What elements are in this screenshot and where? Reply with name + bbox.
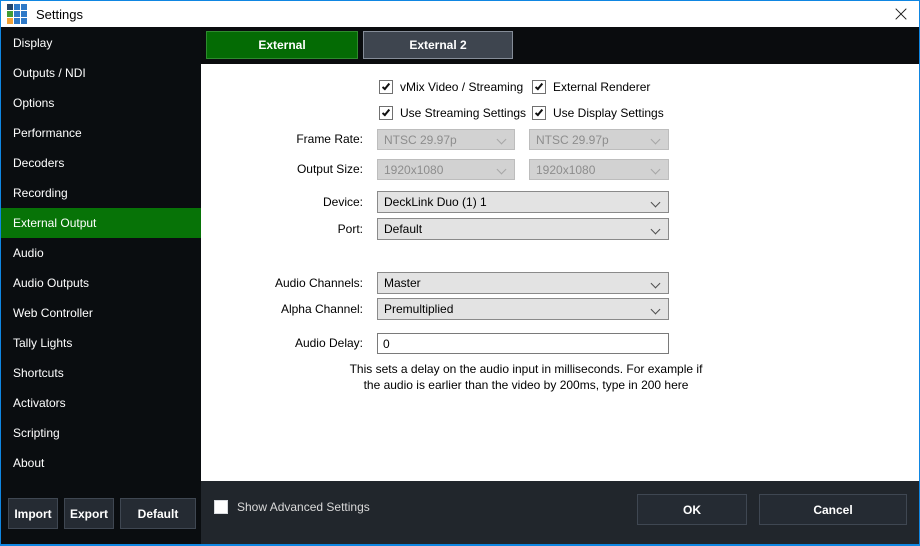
chevron-down-icon	[497, 135, 507, 145]
alpha-channel-label: Alpha Channel:	[201, 298, 363, 320]
sidebar-item-shortcuts[interactable]: Shortcuts	[1, 358, 201, 388]
close-button[interactable]	[883, 1, 919, 27]
settings-window: Settings Display Outputs / NDI Options P…	[0, 0, 920, 546]
chevron-down-icon	[651, 279, 661, 289]
checkbox-row-use-display[interactable]: Use Display Settings	[532, 105, 664, 121]
device-label: Device:	[201, 191, 363, 213]
use-streaming-checkbox[interactable]	[379, 106, 393, 120]
frame-rate-value-2: NTSC 29.97p	[536, 133, 609, 147]
audio-delay-help-text: This sets a delay on the audio input in …	[346, 361, 706, 393]
external-output-panel: vMix Video / Streaming External Renderer…	[201, 64, 919, 481]
port-select[interactable]: Default	[377, 218, 669, 240]
sidebar-item-about[interactable]: About	[1, 448, 201, 478]
audio-delay-input[interactable]	[377, 333, 669, 354]
frame-rate-value-1: NTSC 29.97p	[384, 133, 457, 147]
use-display-checkbox[interactable]	[532, 106, 546, 120]
frame-rate-select-2: NTSC 29.97p	[529, 129, 669, 150]
use-streaming-label: Use Streaming Settings	[400, 106, 526, 120]
sidebar-item-activators[interactable]: Activators	[1, 388, 201, 418]
sidebar-item-display[interactable]: Display	[1, 28, 201, 58]
check-icon	[535, 82, 543, 91]
help-line-1: This sets a delay on the audio input in …	[346, 361, 706, 377]
sidebar-item-audio-outputs[interactable]: Audio Outputs	[1, 268, 201, 298]
audio-channels-label: Audio Channels:	[201, 272, 363, 294]
default-button[interactable]: Default	[120, 498, 196, 529]
sidebar-item-web-controller[interactable]: Web Controller	[1, 298, 201, 328]
sidebar-item-performance[interactable]: Performance	[1, 118, 201, 148]
sidebar-item-external-output[interactable]: External Output	[1, 208, 201, 238]
alpha-channel-value: Premultiplied	[384, 302, 453, 316]
sidebar-item-recording[interactable]: Recording	[1, 178, 201, 208]
chevron-down-icon	[651, 198, 661, 208]
ok-button[interactable]: OK	[637, 494, 747, 525]
audio-channels-select[interactable]: Master	[377, 272, 669, 294]
audio-delay-label: Audio Delay:	[201, 333, 363, 354]
sidebar-item-tally-lights[interactable]: Tally Lights	[1, 328, 201, 358]
tabstrip: External External 2	[201, 27, 919, 64]
titlebar[interactable]: Settings	[1, 1, 919, 27]
check-icon	[535, 108, 543, 117]
port-value: Default	[384, 222, 422, 236]
frame-rate-select-1: NTSC 29.97p	[377, 129, 515, 150]
sidebar-item-options[interactable]: Options	[1, 88, 201, 118]
sidebar-item-audio[interactable]: Audio	[1, 238, 201, 268]
sidebar: Display Outputs / NDI Options Performanc…	[1, 27, 201, 544]
close-icon	[894, 7, 909, 22]
port-label: Port:	[201, 218, 363, 240]
sidebar-item-outputs-ndi[interactable]: Outputs / NDI	[1, 58, 201, 88]
window-title: Settings	[36, 7, 83, 22]
use-display-label: Use Display Settings	[553, 106, 664, 120]
vmix-logo-icon	[7, 4, 27, 24]
output-size-value-1: 1920x1080	[384, 163, 443, 177]
footer-bar: Show Advanced Settings OK Cancel	[201, 481, 919, 544]
alpha-channel-select[interactable]: Premultiplied	[377, 298, 669, 320]
external-renderer-checkbox[interactable]	[532, 80, 546, 94]
check-icon	[382, 108, 390, 117]
show-advanced-label: Show Advanced Settings	[237, 500, 370, 514]
chevron-down-icon	[651, 135, 661, 145]
checkbox-row-vmix-video[interactable]: vMix Video / Streaming	[379, 79, 523, 95]
frame-rate-label: Frame Rate:	[201, 129, 363, 150]
sidebar-item-decoders[interactable]: Decoders	[1, 148, 201, 178]
checkbox-row-use-streaming[interactable]: Use Streaming Settings	[379, 105, 526, 121]
device-select[interactable]: DeckLink Duo (1) 1	[377, 191, 669, 213]
device-value: DeckLink Duo (1) 1	[384, 195, 487, 209]
output-size-select-1: 1920x1080	[377, 159, 515, 180]
vmix-video-checkbox[interactable]	[379, 80, 393, 94]
output-size-label: Output Size:	[201, 159, 363, 180]
check-icon	[382, 82, 390, 91]
chevron-down-icon	[651, 305, 661, 315]
sidebar-item-scripting[interactable]: Scripting	[1, 418, 201, 448]
import-button[interactable]: Import	[8, 498, 58, 529]
chevron-down-icon	[497, 165, 507, 175]
chevron-down-icon	[651, 225, 661, 235]
cancel-button[interactable]: Cancel	[759, 494, 907, 525]
output-size-select-2: 1920x1080	[529, 159, 669, 180]
tab-external-2[interactable]: External 2	[363, 31, 513, 59]
tab-external[interactable]: External	[206, 31, 358, 59]
vmix-video-label: vMix Video / Streaming	[400, 80, 523, 94]
output-size-value-2: 1920x1080	[536, 163, 595, 177]
export-button[interactable]: Export	[64, 498, 114, 529]
show-advanced-row[interactable]: Show Advanced Settings	[214, 500, 370, 514]
show-advanced-checkbox[interactable]	[214, 500, 228, 514]
chevron-down-icon	[651, 165, 661, 175]
audio-channels-value: Master	[384, 276, 421, 290]
external-renderer-label: External Renderer	[553, 80, 650, 94]
help-line-2: the audio is earlier than the video by 2…	[346, 377, 706, 393]
checkbox-row-external-renderer[interactable]: External Renderer	[532, 79, 650, 95]
